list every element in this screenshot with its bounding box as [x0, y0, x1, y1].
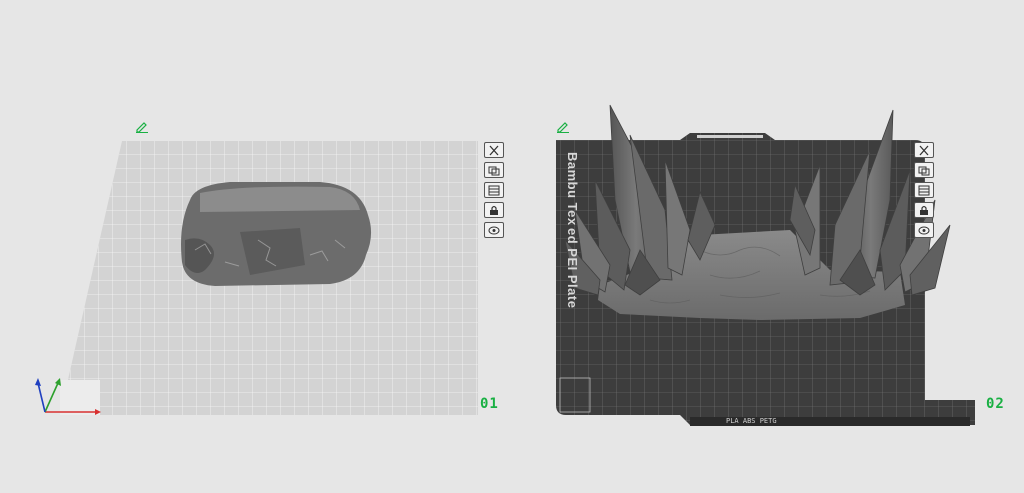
- plate-2-toolbar: [914, 142, 934, 238]
- plate-footer-label: PLA ABS PETG: [726, 417, 777, 425]
- settings-icon[interactable]: [484, 222, 504, 238]
- plate-brand-text-bottom: ed PEI Plate: [565, 228, 580, 309]
- 3d-viewport[interactable]: [0, 0, 1024, 493]
- arrange-icon[interactable]: [484, 162, 504, 178]
- plate-brand-text-top: Bambu Tex: [565, 152, 580, 226]
- layers-icon[interactable]: [484, 182, 504, 198]
- plate-number-1: 01: [480, 396, 499, 412]
- lock-icon[interactable]: [484, 202, 504, 218]
- plate-number-2: 02: [986, 396, 1005, 412]
- settings-icon[interactable]: [914, 222, 934, 238]
- pencil-icon[interactable]: [556, 120, 570, 138]
- layers-icon[interactable]: [914, 182, 934, 198]
- pencil-icon[interactable]: [135, 120, 149, 138]
- close-icon[interactable]: [484, 142, 504, 158]
- arrange-icon[interactable]: [914, 162, 934, 178]
- plate-1-toolbar: [484, 142, 504, 238]
- lock-icon[interactable]: [914, 202, 934, 218]
- model-stone-block[interactable]: [181, 182, 372, 286]
- close-icon[interactable]: [914, 142, 934, 158]
